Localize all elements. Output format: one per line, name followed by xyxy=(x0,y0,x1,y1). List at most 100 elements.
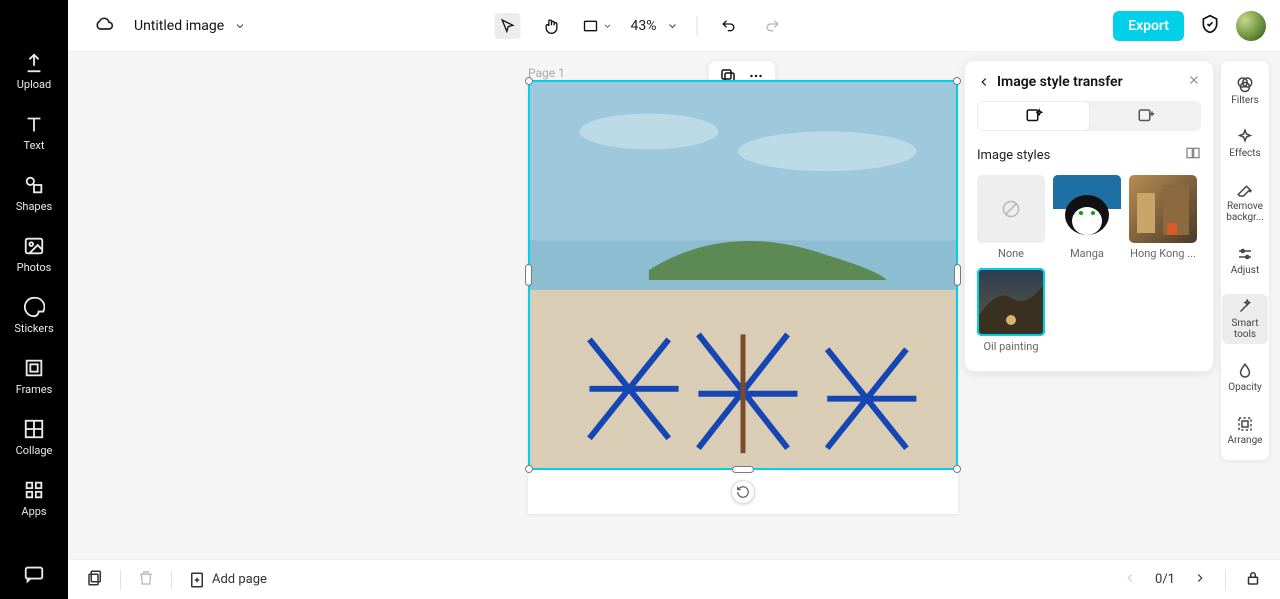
arrange-icon xyxy=(1236,415,1254,433)
resize-handle-right[interactable] xyxy=(954,264,961,286)
add-page-button[interactable]: Add page xyxy=(188,571,267,589)
sidebar-item-upload[interactable]: Upload xyxy=(17,52,51,91)
sidebar-item-label: Collage xyxy=(16,444,53,457)
image-sparkle-icon xyxy=(1025,107,1043,125)
right-item-smart-tools[interactable]: Smart tools xyxy=(1222,294,1268,344)
right-item-label: Smart tools xyxy=(1222,318,1268,340)
style-hongkong[interactable]: Hong Kong ... xyxy=(1129,175,1197,260)
sidebar-item-label: Shapes xyxy=(16,200,52,213)
right-item-effects[interactable]: Effects xyxy=(1222,124,1268,163)
sidebar-item-text[interactable]: Text xyxy=(23,113,45,152)
separator xyxy=(697,16,698,36)
oilpainting-thumb-icon xyxy=(977,268,1045,336)
panel-title: Image style transfer xyxy=(997,74,1123,90)
right-item-adjust[interactable]: Adjust xyxy=(1222,241,1268,280)
shield-icon[interactable] xyxy=(1200,14,1220,38)
separator xyxy=(120,570,121,590)
document-title[interactable]: Untitled image xyxy=(134,18,224,34)
apps-icon xyxy=(23,479,45,501)
add-page-icon xyxy=(188,571,206,589)
sidebar-item-label: Stickers xyxy=(14,322,53,335)
redo-icon xyxy=(765,18,781,34)
sidebar-item-label: Apps xyxy=(21,505,46,518)
right-item-label: Remove backgr... xyxy=(1222,201,1268,223)
right-item-label: Filters xyxy=(1231,95,1259,106)
droplet-icon xyxy=(1236,362,1254,380)
undo-button[interactable] xyxy=(716,13,742,39)
right-item-label: Arrange xyxy=(1228,435,1263,446)
close-panel-button[interactable] xyxy=(1187,73,1201,91)
select-tool[interactable] xyxy=(495,13,521,39)
style-label: Manga xyxy=(1070,247,1104,260)
panel-tabs xyxy=(977,101,1201,131)
style-oil-painting[interactable]: Oil painting xyxy=(977,268,1045,353)
stickers-icon xyxy=(23,296,45,318)
selected-image[interactable] xyxy=(528,80,958,470)
lock-icon[interactable] xyxy=(1244,569,1262,591)
export-button[interactable]: Export xyxy=(1113,11,1184,41)
chevron-down-icon xyxy=(603,21,613,31)
sidebar-item-photos[interactable]: Photos xyxy=(17,235,52,274)
right-item-remove-bg[interactable]: Remove backgr... xyxy=(1222,177,1268,227)
redo-button xyxy=(760,13,786,39)
zoom-level[interactable]: 43% xyxy=(631,18,657,34)
sidebar-item-shapes[interactable]: Shapes xyxy=(16,174,52,213)
magic-wand-icon xyxy=(1236,298,1254,316)
style-none[interactable]: None xyxy=(977,175,1045,260)
cloud-sync-icon[interactable] xyxy=(94,14,114,38)
prev-page-button xyxy=(1123,571,1137,589)
compare-icon[interactable] xyxy=(1185,145,1201,165)
resize-handle-tl[interactable] xyxy=(525,77,533,85)
chevron-left-icon xyxy=(1123,571,1137,585)
chevron-down-icon[interactable] xyxy=(234,20,246,32)
right-item-label: Effects xyxy=(1229,148,1260,159)
filters-icon xyxy=(1236,75,1254,93)
text-icon xyxy=(23,113,45,135)
resize-handle-tr[interactable] xyxy=(953,77,961,85)
cursor-icon xyxy=(500,18,516,34)
close-icon xyxy=(1187,73,1201,87)
chevron-down-icon[interactable] xyxy=(667,20,679,32)
add-page-label: Add page xyxy=(212,572,267,587)
style-transfer-panel: Image style transfer Image styles None M… xyxy=(964,60,1214,372)
tab-image-style[interactable] xyxy=(977,101,1090,131)
image-plus-icon xyxy=(1137,107,1155,125)
aspect-ratio-button[interactable] xyxy=(583,18,613,34)
resize-handle-bottom[interactable] xyxy=(732,466,754,473)
resize-handle-br[interactable] xyxy=(953,465,961,473)
right-item-label: Opacity xyxy=(1228,382,1262,393)
sidebar-item-collage[interactable]: Collage xyxy=(16,418,53,457)
style-label: None xyxy=(998,247,1024,260)
upload-icon xyxy=(23,52,45,74)
pages-icon[interactable] xyxy=(86,569,104,591)
style-manga[interactable]: Manga xyxy=(1053,175,1121,260)
right-item-opacity[interactable]: Opacity xyxy=(1222,358,1268,397)
sliders-icon xyxy=(1236,245,1254,263)
chevron-left-icon[interactable] xyxy=(977,75,991,89)
sidebar-item-label: Upload xyxy=(17,78,51,91)
rotate-handle[interactable] xyxy=(731,480,755,504)
forbidden-icon xyxy=(1001,199,1021,219)
sidebar-item-more[interactable] xyxy=(23,563,45,599)
sidebar-item-apps[interactable]: Apps xyxy=(21,479,46,518)
photos-icon xyxy=(23,235,45,257)
hand-icon xyxy=(544,18,560,34)
sidebar-item-frames[interactable]: Frames xyxy=(16,357,53,396)
resize-handle-left[interactable] xyxy=(525,264,532,286)
style-label: Hong Kong ... xyxy=(1130,247,1196,260)
next-page-button[interactable] xyxy=(1193,571,1207,589)
page-label: Page 1 xyxy=(528,66,565,80)
manga-thumb-icon xyxy=(1053,175,1121,243)
sidebar-item-stickers[interactable]: Stickers xyxy=(14,296,53,335)
collage-icon xyxy=(23,418,45,440)
user-avatar[interactable] xyxy=(1236,11,1266,41)
hand-tool[interactable] xyxy=(539,13,565,39)
right-item-arrange[interactable]: Arrange xyxy=(1222,411,1268,450)
right-item-label: Adjust xyxy=(1231,265,1260,276)
right-item-filters[interactable]: Filters xyxy=(1222,71,1268,110)
tab-image-custom[interactable] xyxy=(1090,101,1201,131)
sidebar-item-label: Text xyxy=(24,139,45,152)
hongkong-thumb-icon xyxy=(1129,175,1197,243)
sparkle-icon xyxy=(1236,128,1254,146)
resize-handle-bl[interactable] xyxy=(525,465,533,473)
